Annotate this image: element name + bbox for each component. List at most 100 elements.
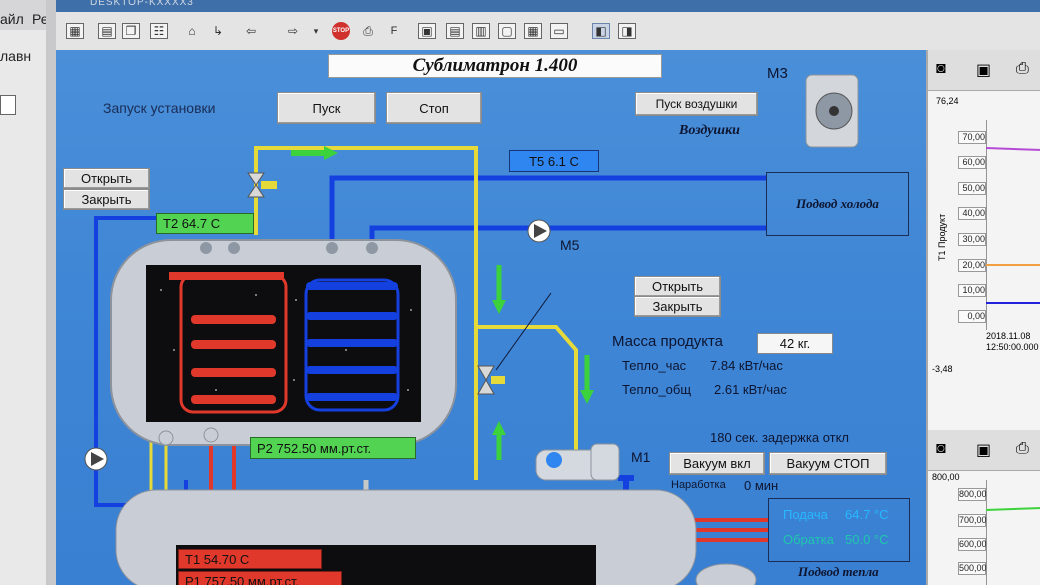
p1-readout: P1 757.50 мм.рт.ст. (178, 571, 342, 585)
cold-supply-label: Подвод холода (796, 196, 879, 211)
open-button-mid[interactable]: Открыть (634, 276, 721, 297)
heat-total-value: 2.61 кВт/час (714, 382, 787, 397)
tick-label: 10,00 (958, 284, 986, 297)
mass-label: Масса продукта (612, 333, 724, 350)
trend-panel-pressure: ◙ ▣ ⎙ 800,00 800,00 700,00 600,00 500,00 (926, 430, 1040, 585)
stop-icon[interactable]: STOP (332, 22, 350, 40)
tick-label: 700,00 (958, 514, 987, 527)
tick-label: 500,00 (958, 562, 987, 575)
save-icon[interactable]: ▣ (976, 60, 991, 80)
print-icon[interactable]: ⎙ (358, 21, 378, 41)
vacuum-on-button[interactable]: Вакуум вкл (669, 452, 765, 475)
save-icon[interactable]: ▦ (66, 23, 84, 39)
air-start-button[interactable]: Пуск воздушки (635, 92, 758, 116)
t2-readout: T2 64.7 C (156, 213, 254, 234)
heat-hour-value: 7.84 кВт/час (710, 358, 783, 373)
heat-hour-label: Тепло_час (622, 358, 687, 373)
new-icon[interactable]: ▤ (98, 23, 116, 39)
trend-panel-product-temp: ◙ ▣ ⎙ 76,24 T1 Продукт 70,00 60,00 50,00… (926, 50, 1040, 430)
print-icon[interactable]: ⎙ (1016, 440, 1029, 458)
tick-label: 40,00 (958, 207, 986, 220)
launch-label: Запуск установки (103, 100, 216, 116)
tick-label: 60,00 (958, 156, 986, 169)
m1-label: M1 (631, 449, 651, 465)
layout-icon[interactable]: ▭ (550, 23, 568, 39)
mass-value: 42 кг. (757, 333, 833, 354)
tick-label: 20,00 (958, 259, 986, 272)
trend-line-purple (986, 147, 1040, 151)
layout-active-icon[interactable]: ◧ (592, 23, 610, 39)
stop-icon-text: STOP (332, 28, 350, 34)
tick-label: 600,00 (958, 538, 987, 551)
font-icon-text: F (390, 25, 398, 37)
return-label: Обратка (783, 532, 834, 547)
export-icon[interactable]: ▣ (418, 23, 436, 39)
font-icon[interactable]: F (384, 21, 404, 41)
close-button-left[interactable]: Закрыть (63, 189, 150, 210)
forward-icon[interactable]: ⇨ (283, 21, 303, 41)
home-icon[interactable]: ⌂ (182, 21, 202, 41)
window-titlebar: DESKTOP-KXXXX3 (56, 0, 1040, 12)
window-icon[interactable]: ▢ (498, 23, 516, 39)
document-icon (0, 95, 16, 115)
heat-supply-box: Подача 64.7 °C Обратка 50.0 °C (768, 498, 910, 562)
m3-label: M3 (767, 65, 788, 82)
p2-readout: P2 752.50 мм.рт.ст. (250, 437, 416, 459)
tick-label: 70,00 (958, 131, 986, 144)
tick-label: 800,00 (958, 488, 987, 501)
window-title: DESKTOP-KXXXX3 (90, 0, 194, 8)
tick-label: 30,00 (958, 233, 986, 246)
trend-current-value: 76,24 (936, 96, 959, 106)
trend-plot (986, 120, 1040, 330)
title-panel: Сублиматрон 1.400 (328, 54, 662, 78)
table-icon[interactable]: ▤ (446, 23, 464, 39)
toolbar: ▦ ▤ ❐ ☷ ⌂ ↳ ⇦ ⇨ ▾ STOP ⎙ F ▣ ▤ ▥ ▢ ▦ ▭ ◧… (56, 12, 1040, 51)
tick-label: 50,00 (958, 182, 986, 195)
supply-label: Подача (783, 507, 828, 522)
heat-total-label: Тепло_общ (622, 382, 692, 397)
copy-icon[interactable]: ❐ (122, 23, 140, 39)
air-label: Воздушки (679, 123, 740, 138)
mode-icon[interactable]: ◨ (618, 23, 636, 39)
image-icon[interactable]: ▥ (472, 23, 490, 39)
cold-supply-box: Подвод холода (766, 172, 909, 236)
tree-icon[interactable]: ↳ (208, 21, 228, 41)
heat-supply-label: Подвод тепла (798, 564, 879, 579)
tick-label: 0,00 (958, 310, 986, 323)
t5-readout: T5 6.1 C (509, 150, 599, 172)
save-icon[interactable]: ▣ (976, 440, 991, 460)
camera-icon[interactable]: ◙ (936, 440, 946, 458)
page-title: Сублиматрон 1.400 (412, 55, 578, 76)
trend-current-value: 800,00 (932, 472, 960, 482)
close-button-mid[interactable]: Закрыть (634, 296, 721, 317)
vacuum-stop-button[interactable]: Вакуум СТОП (769, 452, 887, 475)
dropdown-icon[interactable]: ▾ (306, 21, 326, 41)
open-button-left[interactable]: Открыть (63, 168, 150, 189)
background-menu-label: айл (0, 11, 24, 27)
screen-icon[interactable]: ▦ (524, 23, 542, 39)
camera-icon[interactable]: ◙ (936, 60, 946, 78)
background-tab-label: лавн (0, 48, 32, 64)
runtime-value: 0 мин (744, 478, 779, 493)
background-app-strip: айл лавн Ре (0, 0, 58, 585)
trend-plot (986, 480, 1040, 585)
print-icon[interactable]: ⎙ (1016, 60, 1029, 78)
hierarchy-icon[interactable]: ☷ (150, 23, 168, 39)
delay-text: 180 сек. задержка откл (710, 430, 850, 445)
supply-value: 64.7 °C (845, 507, 889, 522)
return-value: 50.0 °C (845, 532, 889, 547)
trend-min-value: -3,48 (932, 364, 953, 374)
m5-label: M5 (560, 237, 580, 253)
stop-button[interactable]: Стоп (386, 92, 482, 124)
trend-line-green (986, 507, 1040, 511)
valve-mid (477, 365, 505, 395)
trend-time: 12:50:00.000 (986, 342, 1039, 352)
back-icon[interactable]: ⇦ (241, 21, 261, 41)
scada-panel: Сублиматрон 1.400 Запуск установки Пуск … (56, 50, 926, 585)
air-fan-m3 (805, 74, 859, 148)
t1-readout: T1 54.70 C (178, 549, 322, 569)
start-button[interactable]: Пуск (277, 92, 376, 124)
trend-toolbar: ◙ ▣ ⎙ (928, 50, 1040, 91)
trend-date: 2018.11.08 (986, 331, 1031, 341)
trend-ylabel: T1 Продукт (937, 213, 947, 261)
